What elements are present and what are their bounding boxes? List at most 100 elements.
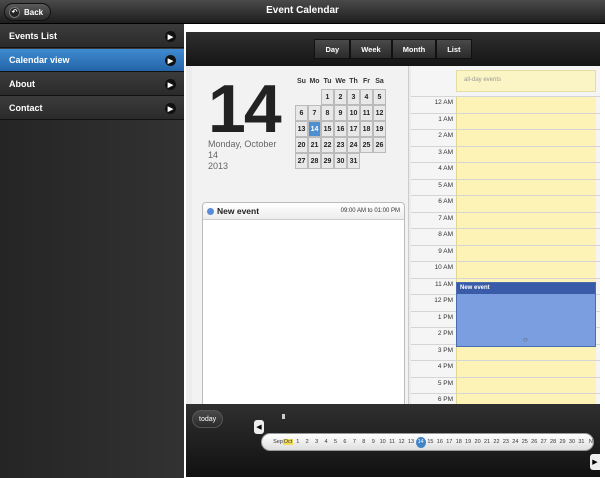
hour-row[interactable]: 2 AM (411, 129, 600, 147)
calendar-day[interactable]: 20 (295, 137, 308, 153)
strip-day[interactable]: 6 (340, 439, 349, 445)
calendar-day[interactable]: 28 (308, 153, 321, 169)
hour-slot[interactable] (456, 212, 596, 229)
calendar-day[interactable]: 10 (347, 105, 360, 121)
strip-day[interactable]: 29 (558, 439, 567, 445)
strip-day[interactable]: 30 (567, 439, 576, 445)
strip-day[interactable]: 12 (397, 439, 406, 445)
calendar-day[interactable]: 21 (308, 137, 321, 153)
calendar-day[interactable]: 26 (373, 137, 386, 153)
hour-slot[interactable] (456, 163, 596, 180)
event-list-item[interactable]: New event 09:00 AM to 01:00 PM (203, 203, 404, 220)
strip-day[interactable]: 3 (312, 439, 321, 445)
hour-slot[interactable] (456, 130, 596, 147)
chevron-right-icon[interactable]: ▶ (590, 454, 600, 470)
strip-day[interactable]: 19 (463, 439, 472, 445)
tab-list[interactable]: List (436, 39, 472, 59)
hour-slot[interactable] (456, 229, 596, 246)
strip-day[interactable]: 11 (387, 439, 396, 445)
strip-day[interactable]: 5 (331, 439, 340, 445)
hour-slot[interactable] (456, 245, 596, 262)
calendar-day[interactable]: 12 (373, 105, 386, 121)
hour-slot[interactable] (456, 262, 596, 279)
calendar-day[interactable]: 3 (347, 89, 360, 105)
strip-day[interactable]: 1 (293, 439, 302, 445)
strip-day[interactable]: 9 (369, 439, 378, 445)
resize-handle-icon[interactable]: ○ (523, 335, 528, 344)
strip-day[interactable]: 15 (426, 439, 435, 445)
hour-row[interactable]: 8 AM (411, 228, 600, 246)
hour-slot[interactable] (456, 196, 596, 213)
strip-day[interactable]: 23 (501, 439, 510, 445)
chevron-left-icon[interactable]: ◀ (254, 420, 264, 434)
calendar-day[interactable]: 1 (321, 89, 334, 105)
strip-day[interactable]: 25 (520, 439, 529, 445)
strip-day[interactable]: 18 (454, 439, 463, 445)
hour-slot[interactable] (456, 97, 596, 114)
strip-day[interactable]: 21 (482, 439, 491, 445)
calendar-day[interactable]: 14 (308, 121, 321, 137)
calendar-day[interactable]: 2 (334, 89, 347, 105)
calendar-day[interactable]: 29 (321, 153, 334, 169)
strip-day[interactable]: 2 (302, 439, 311, 445)
calendar-day[interactable]: 25 (360, 137, 373, 153)
hour-slot[interactable] (456, 113, 596, 130)
calendar-day[interactable]: 24 (347, 137, 360, 153)
strip-day[interactable]: 24 (511, 439, 520, 445)
strip-day[interactable]: 8 (359, 439, 368, 445)
hour-row[interactable]: 4 PM (411, 360, 600, 378)
hour-row[interactable]: 1 AM (411, 112, 600, 130)
calendar-day[interactable]: 19 (373, 121, 386, 137)
tab-week[interactable]: Week (350, 39, 392, 59)
month-label[interactable]: Oct (283, 439, 293, 445)
calendar-day[interactable]: 16 (334, 121, 347, 137)
hour-row[interactable]: 7 AM (411, 211, 600, 229)
calendar-day[interactable]: 27 (295, 153, 308, 169)
strip-day[interactable]: 7 (350, 439, 359, 445)
hour-row[interactable]: 9 AM (411, 244, 600, 262)
sidebar-item-events-list[interactable]: Events List ▶ (0, 24, 184, 48)
strip-day[interactable]: 4 (321, 439, 330, 445)
calendar-day[interactable]: 9 (334, 105, 347, 121)
sidebar-item-contact[interactable]: Contact ▶ (0, 96, 184, 120)
calendar-day[interactable]: 13 (295, 121, 308, 137)
strip-day[interactable]: 22 (492, 439, 501, 445)
sidebar-item-calendar-view[interactable]: Calendar view ▶ (0, 48, 184, 72)
strip-day[interactable]: 13 (406, 439, 415, 445)
hour-slot[interactable] (456, 377, 596, 394)
hour-row[interactable]: 3 AM (411, 145, 600, 163)
strip-day[interactable]: 28 (548, 439, 557, 445)
month-label[interactable]: Sep (273, 439, 283, 445)
calendar-day[interactable]: 11 (360, 105, 373, 121)
calendar-day[interactable]: 4 (360, 89, 373, 105)
calendar-day[interactable]: 15 (321, 121, 334, 137)
hour-row[interactable]: 12 AM (411, 96, 600, 114)
calendar-day[interactable]: 22 (321, 137, 334, 153)
hour-slot[interactable] (456, 146, 596, 163)
strip-day[interactable]: 26 (530, 439, 539, 445)
day-strip[interactable]: Sep Oct 1 2 3 4 5 6 7 8 9 10 11 12 13 14 15 16 17 18 19 20 21 2… (261, 433, 594, 451)
sidebar-item-about[interactable]: About ▶ (0, 72, 184, 96)
hour-row[interactable]: 4 AM (411, 162, 600, 180)
tab-day[interactable]: Day (314, 39, 351, 59)
strip-day[interactable]: 10 (378, 439, 387, 445)
calendar-day[interactable]: 7 (308, 105, 321, 121)
strip-day[interactable]: 16 (435, 439, 444, 445)
hour-row[interactable]: 5 AM (411, 178, 600, 196)
strip-day[interactable]: 27 (539, 439, 548, 445)
hour-slot[interactable] (456, 361, 596, 378)
calendar-day[interactable]: 30 (334, 153, 347, 169)
calendar-day[interactable]: 31 (347, 153, 360, 169)
calendar-day[interactable]: 23 (334, 137, 347, 153)
today-button[interactable]: today (192, 410, 224, 428)
calendar-day[interactable]: 5 (373, 89, 386, 105)
calendar-day[interactable]: 6 (295, 105, 308, 121)
strip-day[interactable]: 14 (415, 436, 426, 448)
calendar-day[interactable]: 18 (360, 121, 373, 137)
all-day-events-row[interactable]: all-day events (456, 70, 596, 92)
calendar-day[interactable]: 8 (321, 105, 334, 121)
strip-day[interactable]: 20 (473, 439, 482, 445)
hour-row[interactable]: 10 AM (411, 261, 600, 279)
hour-row[interactable]: 5 PM (411, 376, 600, 394)
strip-day[interactable]: 17 (445, 439, 454, 445)
